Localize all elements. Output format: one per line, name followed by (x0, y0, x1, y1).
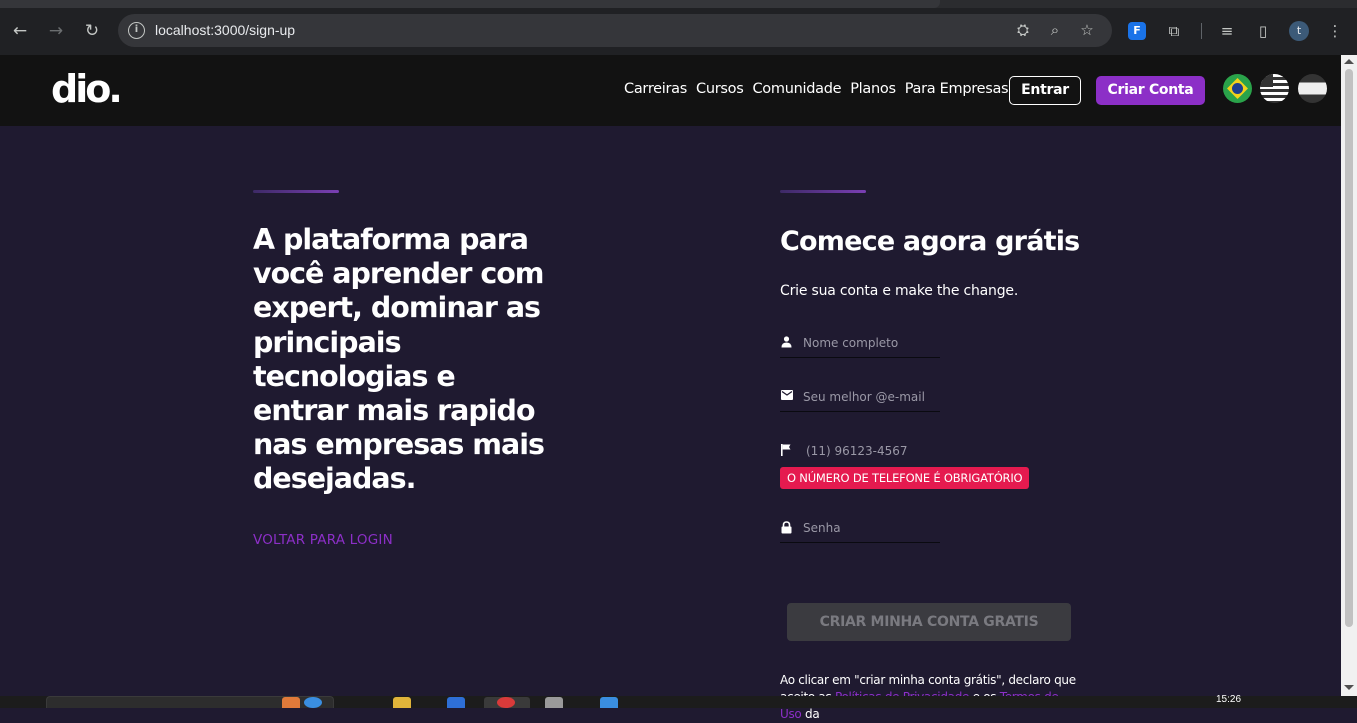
page-scrollbar[interactable] (1341, 55, 1357, 696)
taskbar-app-icon[interactable] (545, 697, 563, 708)
puzzle-icon[interactable]: ⧉ (1163, 20, 1185, 42)
scroll-thumb[interactable] (1345, 69, 1353, 627)
form-accent-line (780, 190, 866, 193)
flag-icon (781, 444, 793, 458)
name-field (780, 334, 940, 358)
forward-icon[interactable]: → (44, 19, 68, 43)
back-icon[interactable]: ← (8, 19, 32, 43)
phone-error-message: O NÚMERO DE TELEFONE É OBRIGATÓRIO (780, 467, 1030, 489)
media-icon[interactable]: ≡ (1216, 20, 1238, 42)
nav-planos[interactable]: Planos (850, 81, 896, 97)
side-panel-icon[interactable]: ▯ (1252, 20, 1274, 42)
email-field (780, 388, 940, 412)
flag-spain-icon[interactable] (1298, 74, 1327, 103)
flag-usa-icon[interactable] (1260, 74, 1289, 103)
extension-icon[interactable]: F (1128, 22, 1146, 40)
star-icon[interactable]: ☆ (1077, 20, 1097, 40)
main-nav: Carreiras Cursos Comunidade Planos Para … (624, 81, 1009, 97)
back-to-login-link[interactable]: VOLTAR PARA LOGIN (253, 532, 393, 548)
active-tab[interactable] (0, 0, 940, 8)
site-header: dio. Carreiras Cursos Comunidade Planos … (0, 55, 1341, 126)
os-taskbar: 15:26 (0, 694, 1357, 708)
tab-strip (0, 0, 1357, 8)
scroll-down-icon[interactable] (1344, 685, 1354, 690)
info-icon[interactable]: i (128, 22, 145, 39)
browser-toolbar: ← → ↻ i localhost:3000/sign-up ⛭ ⌕ ☆ F ⧉… (0, 0, 1357, 55)
taskbar-app-icon[interactable] (282, 697, 300, 708)
taskbar-app-icon[interactable] (447, 697, 465, 708)
toolbar-divider (1201, 23, 1202, 39)
scroll-up-icon[interactable] (1344, 59, 1354, 64)
hero-accent-line (253, 190, 339, 193)
submit-create-account-button[interactable]: CRIAR MINHA CONTA GRATIS (787, 603, 1071, 641)
chrome-taskbar-icon[interactable] (497, 697, 515, 708)
password-field (780, 519, 940, 543)
zoom-icon[interactable]: ⌕ (1045, 20, 1065, 40)
nav-cursos[interactable]: Cursos (696, 81, 744, 97)
phone-field (780, 442, 943, 466)
flag-brazil-icon[interactable] (1223, 74, 1252, 103)
nav-carreiras[interactable]: Carreiras (624, 81, 687, 97)
profile-avatar[interactable]: t (1289, 21, 1309, 41)
phone-input[interactable] (806, 444, 943, 458)
nav-para-empresas[interactable]: Para Empresas (905, 81, 1009, 97)
form-title: Comece agora grátis (780, 226, 1080, 257)
password-input[interactable] (803, 521, 940, 535)
taskbar-app-icon[interactable] (304, 697, 322, 708)
create-account-button[interactable]: Criar Conta (1096, 76, 1205, 105)
name-input[interactable] (803, 336, 940, 350)
address-bar[interactable]: i localhost:3000/sign-up ⛭ ⌕ ☆ (118, 14, 1112, 47)
taskbar-app-icon[interactable] (393, 697, 411, 708)
reload-icon[interactable]: ↻ (80, 19, 104, 43)
taskbar-clock[interactable]: 15:26 (1216, 694, 1241, 705)
kebab-menu-icon[interactable]: ⋮ (1324, 20, 1346, 42)
dio-logo[interactable]: dio. (51, 69, 123, 109)
login-button[interactable]: Entrar (1009, 76, 1081, 105)
url-text[interactable]: localhost:3000/sign-up (155, 22, 295, 38)
mail-icon (781, 390, 793, 404)
taskbar-app-icon[interactable] (600, 697, 618, 708)
hero-title: A plataforma para você aprender com expe… (253, 223, 545, 496)
person-icon (781, 336, 793, 350)
terms-suffix: da (801, 707, 820, 721)
nav-comunidade[interactable]: Comunidade (752, 81, 841, 97)
email-input[interactable] (803, 390, 940, 404)
form-subtitle: Crie sua conta e make the change. (780, 283, 1019, 299)
lock-icon (781, 521, 793, 535)
translate-icon[interactable]: ⛭ (1013, 20, 1033, 40)
